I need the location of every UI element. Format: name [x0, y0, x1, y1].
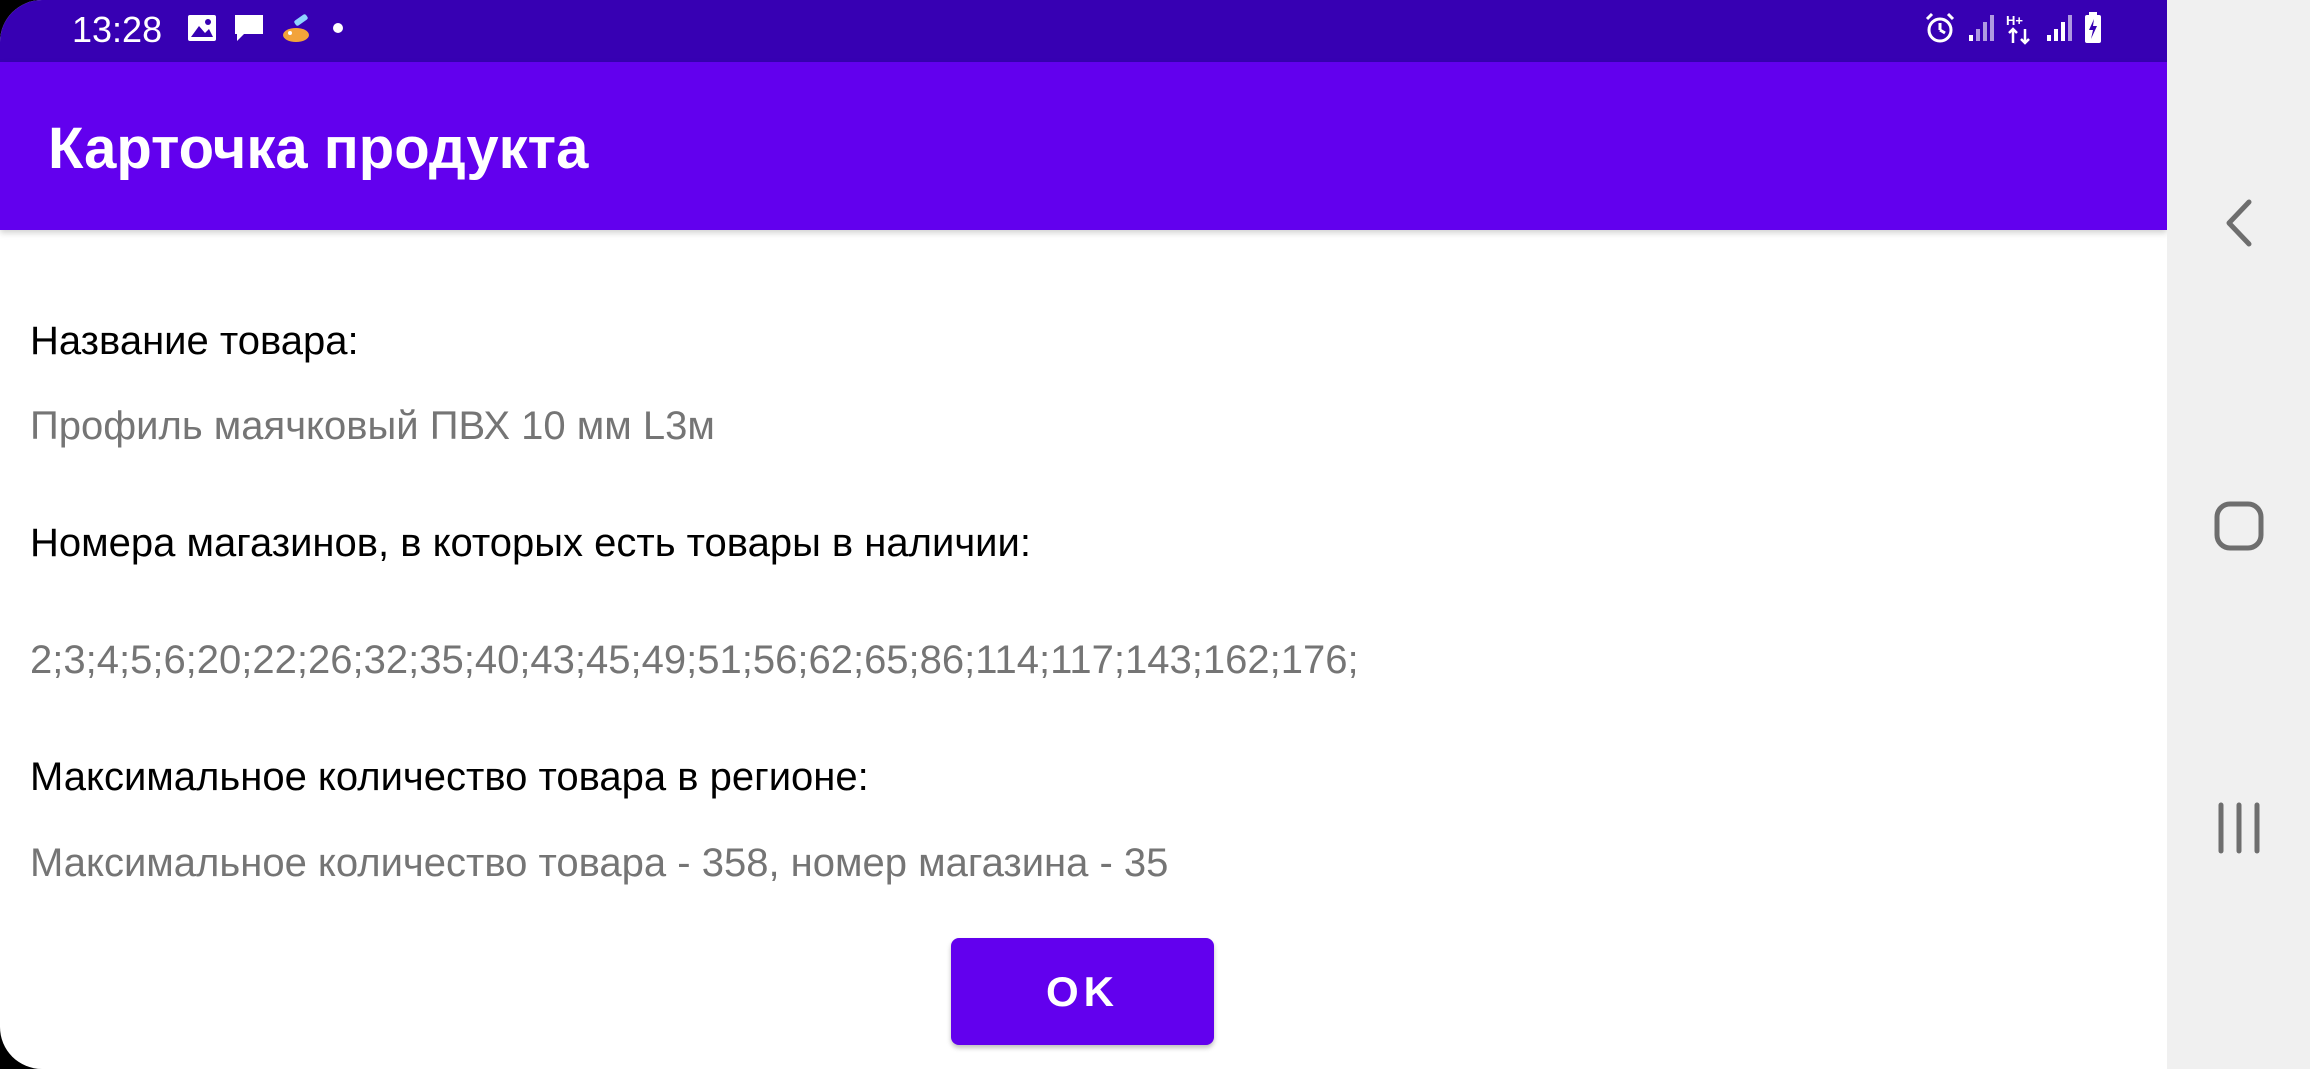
page-title: Карточка продукта [48, 116, 589, 181]
product-name-label: Название товара: [30, 319, 359, 363]
battery-icon [2083, 11, 2103, 50]
product-name-value: Профиль маячковый ПВХ 10 мм L3м [30, 404, 715, 448]
ok-button[interactable]: OK [951, 938, 1214, 1045]
signal-icon-2 [2045, 13, 2073, 48]
home-button[interactable] [2167, 463, 2310, 593]
dot-icon [330, 20, 346, 41]
data-hplus-icon: H+ [2005, 11, 2035, 50]
image-icon [186, 13, 218, 48]
status-bar: 13:28 H+ [0, 0, 2167, 62]
alarm-icon [1923, 11, 1957, 50]
stores-label: Номера магазинов, в которых есть товары … [30, 521, 1031, 565]
status-time: 13:28 [72, 9, 163, 50]
home-icon [2212, 499, 2266, 558]
recents-button[interactable] [2167, 765, 2310, 895]
back-button[interactable] [2167, 160, 2310, 290]
cleaner-icon [280, 11, 316, 50]
signal-icon [1967, 13, 1995, 48]
max-quantity-label: Максимальное количество товара в регионе… [30, 755, 869, 799]
app-bar: Карточка продукта [0, 62, 2167, 230]
message-icon [232, 12, 266, 49]
status-left-icons [186, 10, 346, 50]
app-screen: 13:28 H+ Карточка продукта Название това… [0, 0, 2167, 1069]
navigation-bar [2167, 0, 2310, 1069]
recents-icon [2214, 801, 2264, 860]
svg-text:H+: H+ [2006, 13, 2023, 28]
back-icon [2221, 196, 2257, 255]
stores-value: 2;3;4;5;6;20;22;26;32;35;40;43;45;49;51;… [30, 638, 1359, 682]
max-quantity-value: Максимальное количество товара - 358, но… [30, 841, 1169, 885]
status-right-icons: H+ [1923, 10, 2103, 50]
